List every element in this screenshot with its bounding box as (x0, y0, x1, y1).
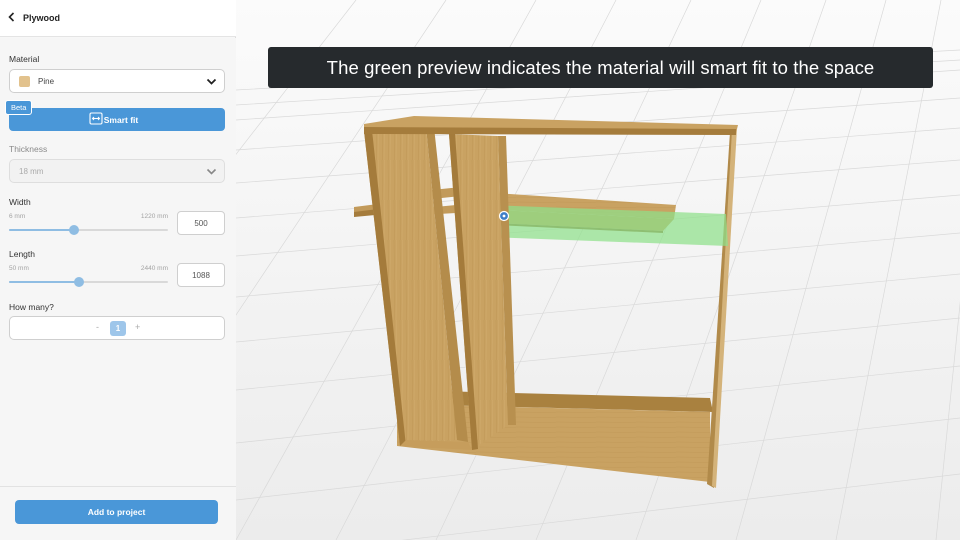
sidebar: Plywood Material Pine Smart fit Beta Thi… (0, 0, 236, 540)
sidebar-footer: Add to project (0, 486, 236, 540)
material-select[interactable]: Pine (9, 69, 225, 93)
thickness-value: 18 mm (19, 166, 44, 176)
3d-viewport[interactable]: The green preview indicates the material… (236, 0, 960, 540)
quantity-value[interactable]: 1 (110, 321, 126, 336)
back-button[interactable]: Plywood (8, 9, 60, 27)
length-label: Length (9, 249, 35, 259)
width-max-label: 1220 mm (140, 213, 168, 220)
decrement-button[interactable]: - (96, 322, 99, 332)
length-slider-fill (9, 281, 79, 283)
drag-handle-dot (502, 214, 506, 218)
length-input[interactable]: 1088 (177, 263, 225, 287)
width-slider-fill (9, 229, 75, 231)
page-title: Plywood (23, 13, 61, 23)
chevron-down-icon (206, 78, 217, 85)
material-swatch (19, 75, 30, 87)
smart-fit-icon (89, 112, 103, 125)
hint-text: The green preview indicates the material… (326, 56, 875, 78)
width-input[interactable]: 500 (177, 211, 225, 235)
width-label: Width (9, 197, 31, 207)
length-slider-thumb[interactable] (73, 277, 84, 287)
thickness-select[interactable]: 18 mm (9, 159, 225, 183)
beta-badge: Beta (5, 100, 33, 115)
thickness-label: Thickness (9, 144, 48, 154)
length-slider[interactable]: 50 mm 2440 mm (9, 265, 168, 289)
length-min-label: 50 mm (9, 265, 29, 272)
top-bar: Plywood (0, 0, 236, 37)
width-min-label: 6 mm (9, 213, 26, 220)
smart-fit-label: Smart fit (103, 114, 139, 125)
material-label: Material (9, 54, 40, 64)
length-max-label: 2440 mm (140, 265, 168, 272)
material-value: Pine (38, 76, 55, 86)
quantity-label: How many? (9, 302, 54, 312)
chevron-down-icon (206, 168, 217, 175)
quantity-stepper: - 1 + (9, 316, 225, 340)
material-panel: Material Pine Smart fit Beta Thickness 1… (0, 38, 236, 486)
add-to-project-button[interactable]: Add to project (15, 500, 218, 524)
width-slider-thumb[interactable] (69, 225, 80, 235)
chevron-left-icon (8, 9, 15, 27)
hint-banner: The green preview indicates the material… (268, 47, 933, 88)
increment-button[interactable]: + (135, 322, 140, 332)
smart-fit-button[interactable]: Smart fit (9, 108, 225, 131)
width-slider[interactable]: 6 mm 1220 mm (9, 213, 168, 237)
